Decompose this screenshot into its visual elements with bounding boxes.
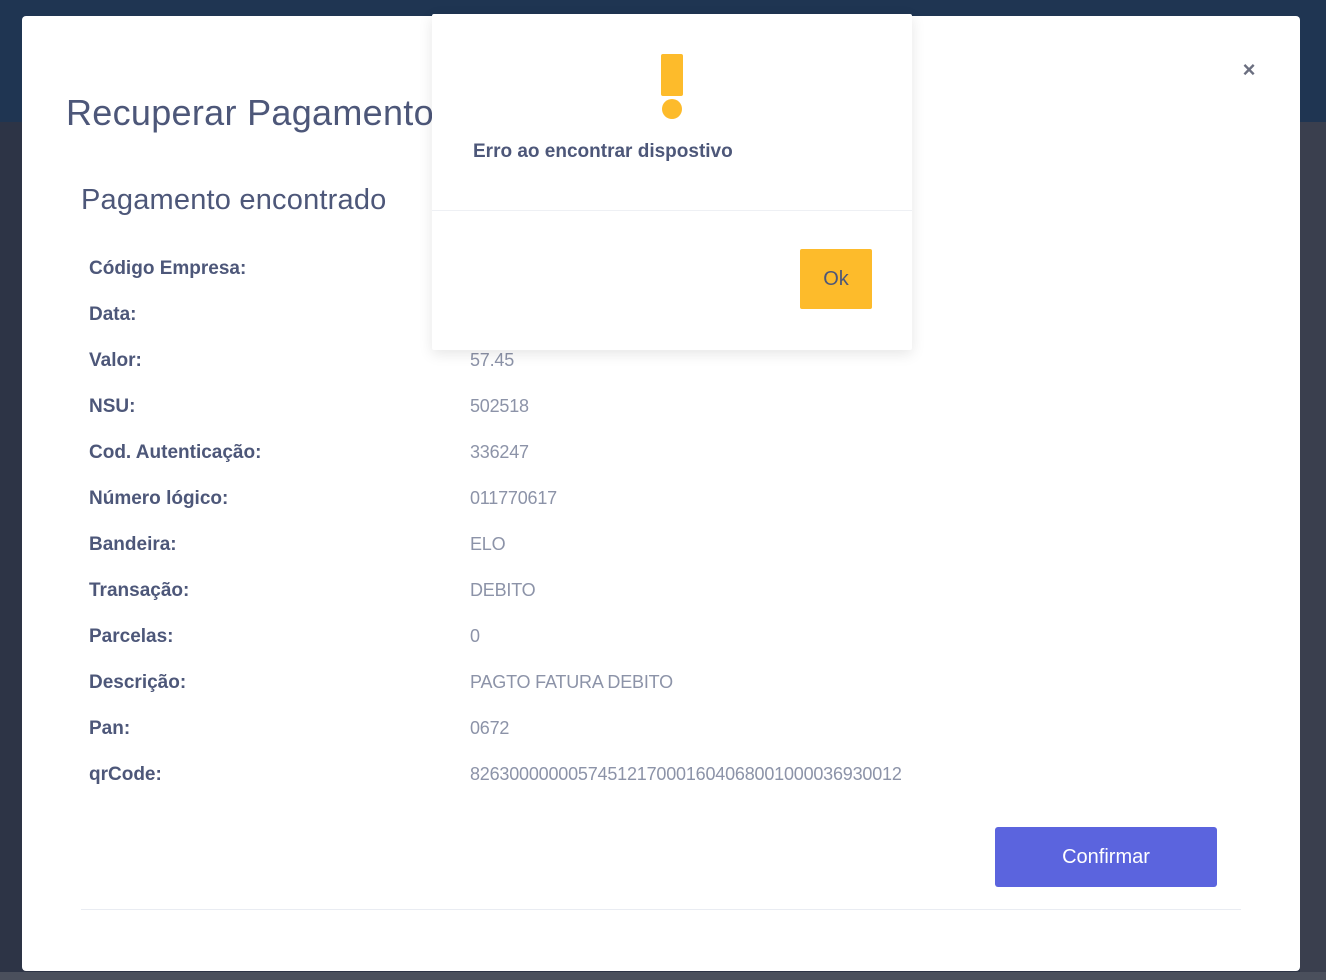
warning-exclamation-icon — [661, 54, 683, 119]
detail-value: 336247 — [470, 442, 529, 462]
detail-value: PAGTO FATURA DEBITO — [470, 672, 673, 692]
detail-label: Cod. Autenticação: — [89, 442, 262, 463]
error-alert-dialog: Erro ao encontrar dispostivo Ok — [432, 14, 912, 350]
detail-label: Número lógico: — [89, 488, 229, 509]
background-app-footer — [0, 972, 1326, 980]
detail-row-qrcode: qrCode: 82630000000574512170001604068001… — [89, 764, 1189, 794]
detail-label: Bandeira: — [89, 534, 177, 555]
detail-label: Descrição: — [89, 672, 187, 693]
detail-row-numero-logico: Número lógico: 011770617 — [89, 488, 1189, 518]
detail-label: Data: — [89, 304, 137, 325]
ok-button[interactable]: Ok — [800, 249, 872, 309]
detail-value: 502518 — [470, 396, 529, 416]
detail-row-parcelas: Parcelas: 0 — [89, 626, 1189, 656]
detail-value: 57.45 — [470, 350, 515, 370]
detail-label: Pan: — [89, 718, 131, 739]
detail-label: qrCode: — [89, 764, 162, 785]
detail-value: DEBITO — [470, 580, 536, 600]
detail-value: 8263000000057451217000160406800100003693… — [470, 764, 902, 784]
detail-label: Parcelas: — [89, 626, 174, 647]
modal-title: Recuperar Pagamento — [66, 92, 434, 133]
section-title: Pagamento encontrado — [81, 184, 387, 216]
background-app-side — [1300, 122, 1326, 980]
modal-footer-divider — [81, 909, 1241, 910]
alert-message: Erro ao encontrar dispostivo — [473, 141, 733, 162]
alert-divider — [432, 210, 912, 211]
detail-value: ELO — [470, 534, 506, 554]
detail-value: 0 — [470, 626, 480, 646]
detail-label: Código Empresa: — [89, 258, 247, 279]
detail-row-nsu: NSU: 502518 — [89, 396, 1189, 426]
detail-row-descricao: Descrição: PAGTO FATURA DEBITO — [89, 672, 1189, 702]
detail-label: NSU: — [89, 396, 136, 417]
detail-row-cod-autenticacao: Cod. Autenticação: 336247 — [89, 442, 1189, 472]
detail-value: 0672 — [470, 718, 510, 738]
detail-label: Transação: — [89, 580, 190, 601]
detail-value: 011770617 — [470, 488, 557, 508]
detail-row-valor: Valor: 57.45 — [89, 350, 1189, 380]
confirm-button[interactable]: Confirmar — [995, 827, 1217, 887]
detail-label: Valor: — [89, 350, 142, 371]
detail-row-bandeira: Bandeira: ELO — [89, 534, 1189, 564]
close-icon[interactable]: × — [1237, 58, 1261, 82]
detail-row-transacao: Transação: DEBITO — [89, 580, 1189, 610]
detail-row-pan: Pan: 0672 — [89, 718, 1189, 748]
